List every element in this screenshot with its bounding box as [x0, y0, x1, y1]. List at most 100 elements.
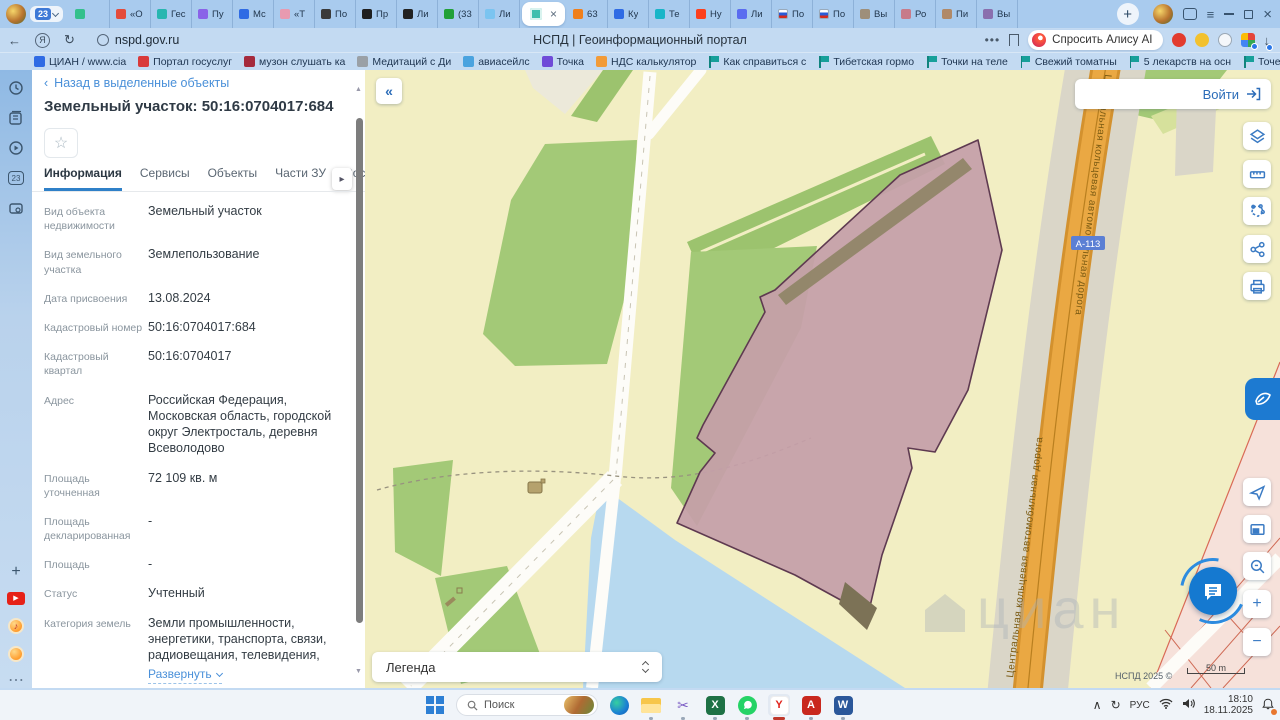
- volume-icon[interactable]: [1182, 698, 1195, 712]
- history-icon[interactable]: [6, 78, 26, 98]
- tab-counter-button[interactable]: 23: [30, 6, 63, 22]
- ask-alice-button[interactable]: Спросить Алису AI: [1028, 30, 1162, 50]
- more-icon[interactable]: •••: [985, 33, 1001, 47]
- alice-sidebar-icon[interactable]: [6, 644, 26, 664]
- bookmark-item[interactable]: Портал госуслуг: [138, 56, 232, 68]
- browser-tab[interactable]: Ли: [397, 0, 438, 28]
- bookmark-item[interactable]: ЦИАН / www.cia: [34, 56, 126, 68]
- side-panel-icon[interactable]: [1183, 8, 1197, 20]
- scroll-down-icon[interactable]: ▼: [355, 668, 362, 675]
- back-to-selected-link[interactable]: ‹ Назад в выделенные объекты: [44, 76, 229, 90]
- excel-icon[interactable]: X: [704, 694, 726, 716]
- panel-tab-Части ЗУ[interactable]: Части ЗУ: [275, 166, 326, 191]
- browser-tab[interactable]: Пр: [356, 0, 397, 28]
- tabs-23-icon[interactable]: 23: [6, 168, 26, 188]
- locate-button[interactable]: [1243, 478, 1271, 506]
- minimize-button[interactable]: [1224, 13, 1234, 15]
- keyboard-language[interactable]: РУС: [1130, 700, 1150, 711]
- bookmark-item[interactable]: Тибетская гормо: [818, 56, 914, 68]
- bookmark-item[interactable]: Точка: [542, 56, 584, 68]
- bookmark-item[interactable]: Точечный: [1243, 56, 1280, 68]
- panel-tab-Объекты[interactable]: Объекты: [208, 166, 258, 191]
- taskbar-search[interactable]: Поиск: [456, 694, 598, 716]
- bookmark-item[interactable]: 5 лекарств на осн: [1129, 56, 1231, 68]
- tabs-scroll-right-button[interactable]: ▸: [332, 168, 352, 190]
- extension-pin-icon[interactable]: [1195, 33, 1209, 47]
- browser-tab[interactable]: Вы: [977, 0, 1018, 28]
- print-button[interactable]: [1243, 272, 1271, 300]
- bookmark-item[interactable]: Как справиться с: [708, 56, 806, 68]
- login-bar[interactable]: Войти: [1075, 79, 1271, 109]
- zoom-in-button[interactable]: +: [1243, 590, 1271, 618]
- notifications-bell-icon[interactable]: [1262, 698, 1274, 713]
- select-area-button[interactable]: [1243, 197, 1271, 225]
- browser-tab[interactable]: По: [813, 0, 854, 28]
- overview-map-button[interactable]: [1243, 515, 1271, 543]
- profile-avatar-small[interactable]: [1153, 4, 1173, 24]
- zoom-to-area-button[interactable]: [1243, 552, 1271, 580]
- bookmark-item[interactable]: НДС калькулятор: [596, 56, 696, 68]
- extension-adblock-icon[interactable]: [1172, 33, 1186, 47]
- downloads-icon[interactable]: ↓: [1264, 33, 1271, 48]
- address-url[interactable]: nspd.gov.ru: [115, 33, 179, 47]
- bookmark-item[interactable]: Медитаций с Ди: [357, 56, 451, 68]
- browser-tab[interactable]: «Т: [274, 0, 315, 28]
- extension-pointer-icon[interactable]: [1218, 33, 1232, 47]
- whatsapp-icon[interactable]: [736, 694, 758, 716]
- map-area[interactable]: циан Центральная кольцевая автомобильная…: [365, 70, 1280, 688]
- browser-tab[interactable]: 63: [567, 0, 608, 28]
- layers-button[interactable]: [1243, 122, 1271, 150]
- expand-link[interactable]: Развернуть: [148, 667, 222, 684]
- edge-icon[interactable]: [608, 694, 630, 716]
- bookmark-item[interactable]: Точки на теле: [926, 56, 1008, 68]
- browser-tab[interactable]: Ро: [895, 0, 936, 28]
- collapse-panel-button[interactable]: «: [376, 78, 402, 104]
- browser-tab[interactable]: Ли: [731, 0, 772, 28]
- panel-tab-Сервисы[interactable]: Сервисы: [140, 166, 190, 191]
- close-tab-icon[interactable]: ×: [550, 7, 557, 21]
- active-tab[interactable]: ×: [522, 2, 565, 26]
- bookmark-item[interactable]: Свежий томатны: [1020, 56, 1117, 68]
- video-icon[interactable]: [6, 138, 26, 158]
- browser-tab[interactable]: Пи: [936, 0, 977, 28]
- browser-tab[interactable]: Гес: [151, 0, 192, 28]
- screenshot-icon[interactable]: [6, 198, 26, 218]
- browser-tab[interactable]: По: [315, 0, 356, 28]
- refresh-icon[interactable]: ↻: [64, 32, 75, 48]
- measure-ruler-button[interactable]: [1243, 160, 1271, 188]
- scroll-up-icon[interactable]: ▲: [355, 86, 362, 93]
- browser-tab[interactable]: Ну: [690, 0, 731, 28]
- sync-icon[interactable]: ↻: [1111, 698, 1121, 712]
- browser-tab[interactable]: По: [772, 0, 813, 28]
- bookmark-item[interactable]: авиасейлс: [463, 56, 529, 68]
- acrobat-icon[interactable]: A: [800, 694, 822, 716]
- browser-tab[interactable]: Мс: [233, 0, 274, 28]
- feedback-tab-button[interactable]: [1245, 378, 1280, 420]
- browser-tab[interactable]: (33: [438, 0, 479, 28]
- assistant-chat-button[interactable]: [1189, 567, 1237, 615]
- legend-bar[interactable]: Легенда: [372, 652, 662, 682]
- menu-icon[interactable]: ≡: [1207, 7, 1215, 22]
- panel-tab-Информация[interactable]: Информация: [44, 166, 122, 191]
- wifi-icon[interactable]: [1159, 698, 1173, 712]
- panel-scrollbar[interactable]: [356, 118, 363, 623]
- site-info-icon[interactable]: [97, 34, 109, 46]
- map-canvas[interactable]: циан Центральная кольцевая автомобильная…: [365, 70, 1280, 688]
- browser-tab[interactable]: Вы: [854, 0, 895, 28]
- zoom-out-button[interactable]: −: [1243, 628, 1271, 656]
- yandex-browser-icon[interactable]: Y: [768, 694, 790, 716]
- profile-avatar[interactable]: [6, 4, 26, 24]
- file-explorer-icon[interactable]: [640, 694, 662, 716]
- add-panel-icon[interactable]: +: [6, 562, 26, 582]
- browser-tab[interactable]: Ку: [608, 0, 649, 28]
- youtube-icon[interactable]: ▶: [6, 588, 26, 608]
- word-icon[interactable]: W: [832, 694, 854, 716]
- extensions-icon[interactable]: [1241, 33, 1255, 47]
- start-button[interactable]: [424, 694, 446, 716]
- music-icon[interactable]: ♪: [6, 616, 26, 636]
- share-button[interactable]: [1243, 235, 1271, 263]
- tray-expand-icon[interactable]: ∧: [1093, 698, 1102, 712]
- browser-tab[interactable]: Ли: [479, 0, 520, 28]
- browser-tab[interactable]: [69, 0, 110, 28]
- more-dots-icon[interactable]: ⋯: [6, 670, 26, 690]
